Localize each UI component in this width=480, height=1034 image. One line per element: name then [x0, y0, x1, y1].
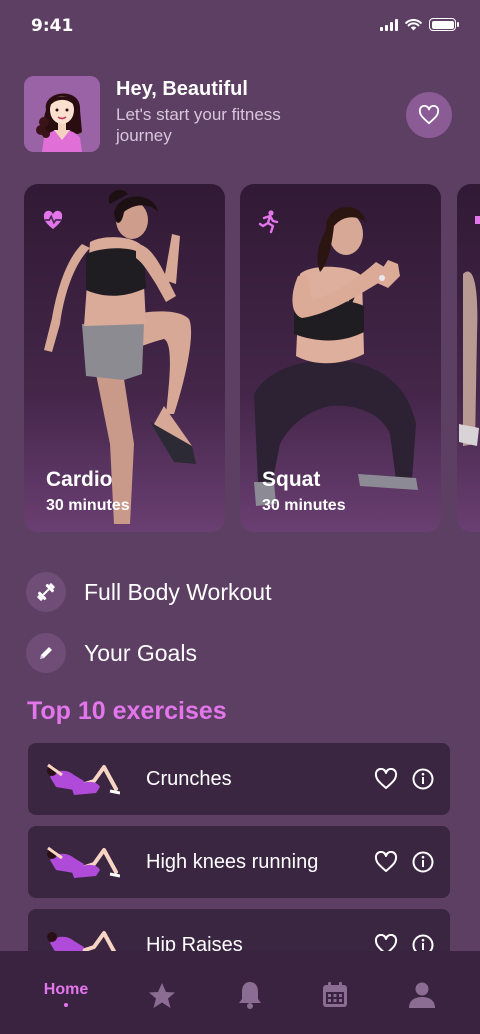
active-tab-dot [64, 1003, 68, 1007]
heart-pulse-icon [43, 210, 63, 230]
avatar[interactable] [24, 76, 100, 152]
exercise-item[interactable]: Hip Raises [28, 909, 450, 951]
crunches-icon [47, 763, 120, 795]
section-title-top-exercises: Top 10 exercises [27, 697, 227, 725]
menu-your-goals[interactable]: Your Goals [26, 633, 426, 673]
workout-card-duration: 30 minutes [46, 497, 130, 514]
workout-icon [475, 216, 480, 224]
avatar-girl-icon [24, 76, 100, 152]
heart-icon[interactable] [374, 768, 398, 790]
star-icon [149, 983, 175, 1008]
heart-icon[interactable] [374, 934, 398, 951]
greeting-title: Hey, Beautiful [116, 78, 248, 100]
workout-card-duration: 30 minutes [262, 497, 346, 514]
menu-full-body-workout[interactable]: Full Body Workout [26, 572, 426, 612]
user-icon [409, 982, 435, 1008]
workout-card-partial[interactable] [457, 184, 480, 532]
tab-profile[interactable] [392, 967, 452, 1011]
dumbbell-icon [26, 572, 66, 612]
workout-card-title: Cardio [46, 468, 113, 491]
wifi-icon [405, 18, 422, 30]
info-icon[interactable] [412, 851, 434, 873]
workout-card-cardio[interactable]: Cardio 30 minutes [24, 184, 225, 532]
running-icon [258, 210, 279, 234]
menu-label: Full Body Workout [84, 578, 272, 605]
heart-icon [418, 105, 440, 125]
battery-icon [429, 18, 459, 31]
workout-card-title: Squat [262, 468, 321, 491]
high-knees-icon [47, 846, 120, 878]
exercise-label: Hip Raises [146, 934, 243, 951]
signal-icon [380, 18, 398, 31]
exercise-label: High knees running [146, 851, 319, 873]
bell-icon [239, 982, 261, 1009]
hip-raises-icon [47, 931, 117, 951]
exercise-item[interactable]: High knees running [28, 826, 450, 898]
workout-woman-image [459, 271, 479, 446]
heart-icon[interactable] [374, 851, 398, 873]
exercise-label: Crunches [146, 768, 232, 790]
info-icon[interactable] [412, 768, 434, 790]
calendar-icon [323, 982, 347, 1007]
tab-home[interactable]: Home [36, 967, 96, 1011]
header: Hey, Beautiful Let's start your fitness … [24, 76, 456, 154]
tab-notifications[interactable] [220, 967, 280, 1011]
workout-card-squat[interactable]: Squat 30 minutes [240, 184, 441, 532]
favorites-button[interactable] [406, 92, 452, 138]
info-icon[interactable] [412, 934, 434, 951]
tab-home-label: Home [43, 981, 89, 998]
workout-carousel[interactable]: Cardio 30 minutes Squat 30 minutes [24, 184, 480, 532]
menu-label: Your Goals [84, 639, 197, 666]
greeting-subtitle: Let's start your fitness journey [116, 105, 281, 145]
status-time: 9:41 [31, 16, 74, 36]
tab-calendar[interactable] [305, 967, 365, 1011]
bottom-tab-bar: Home [0, 951, 480, 1034]
status-bar: 9:41 [0, 0, 480, 54]
pencil-icon [26, 633, 66, 673]
exercise-list[interactable]: Crunches High knees running Hip Raises [28, 743, 450, 951]
tab-favorites[interactable] [132, 967, 192, 1011]
status-icons [380, 18, 459, 31]
exercise-item[interactable]: Crunches [28, 743, 450, 815]
